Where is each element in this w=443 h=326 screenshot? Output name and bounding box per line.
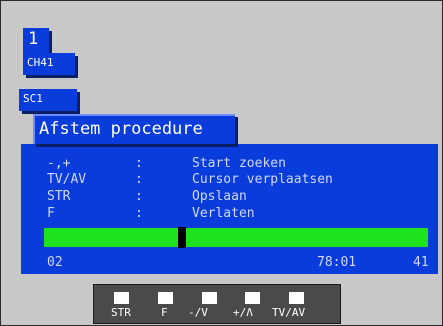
str-button[interactable]	[114, 292, 129, 304]
menu-row-separator: :	[135, 189, 143, 204]
volume-up-button-label: +/Λ	[233, 306, 253, 319]
channel-label: CH41	[27, 56, 54, 69]
menu-row-desc: Cursor verplaatsen	[192, 172, 333, 187]
tv-av-button[interactable]	[289, 292, 304, 304]
menu-row-desc: Verlaten	[192, 206, 255, 221]
str-button-label: STR	[111, 306, 131, 319]
source-label: SC1	[23, 92, 43, 105]
menu-row-separator: :	[135, 156, 143, 171]
f-button[interactable]	[158, 292, 173, 304]
menu-title: Afstem procedure	[39, 119, 203, 139]
volume-down-button[interactable]	[202, 292, 217, 304]
menu-row-key: STR	[47, 189, 71, 204]
tuning-right-value: 41	[413, 255, 429, 270]
tuning-progress-bar	[44, 228, 428, 247]
f-button-label: F	[161, 306, 168, 319]
menu-row-key: -,+	[47, 156, 71, 171]
menu-row-key: F	[47, 206, 55, 221]
menu-row-key: TV/AV	[47, 172, 87, 187]
tuning-frequency: 78:01	[317, 255, 357, 270]
tuning-left-value: 02	[47, 255, 63, 270]
menu-row-desc: Start zoeken	[192, 156, 286, 171]
volume-up-button[interactable]	[245, 292, 260, 304]
channel-number: 1	[28, 29, 39, 49]
volume-down-button-label: -/V	[188, 306, 208, 319]
menu-row-separator: :	[135, 172, 143, 187]
tv-screen: 1 CH41 SC1 Afstem procedure -,+ : Start …	[0, 0, 443, 326]
menu-row-desc: Opslaan	[192, 189, 247, 204]
menu-row-separator: :	[135, 206, 143, 221]
tuning-position-marker	[178, 227, 186, 248]
tv-av-button-label: TV/AV	[272, 306, 306, 319]
